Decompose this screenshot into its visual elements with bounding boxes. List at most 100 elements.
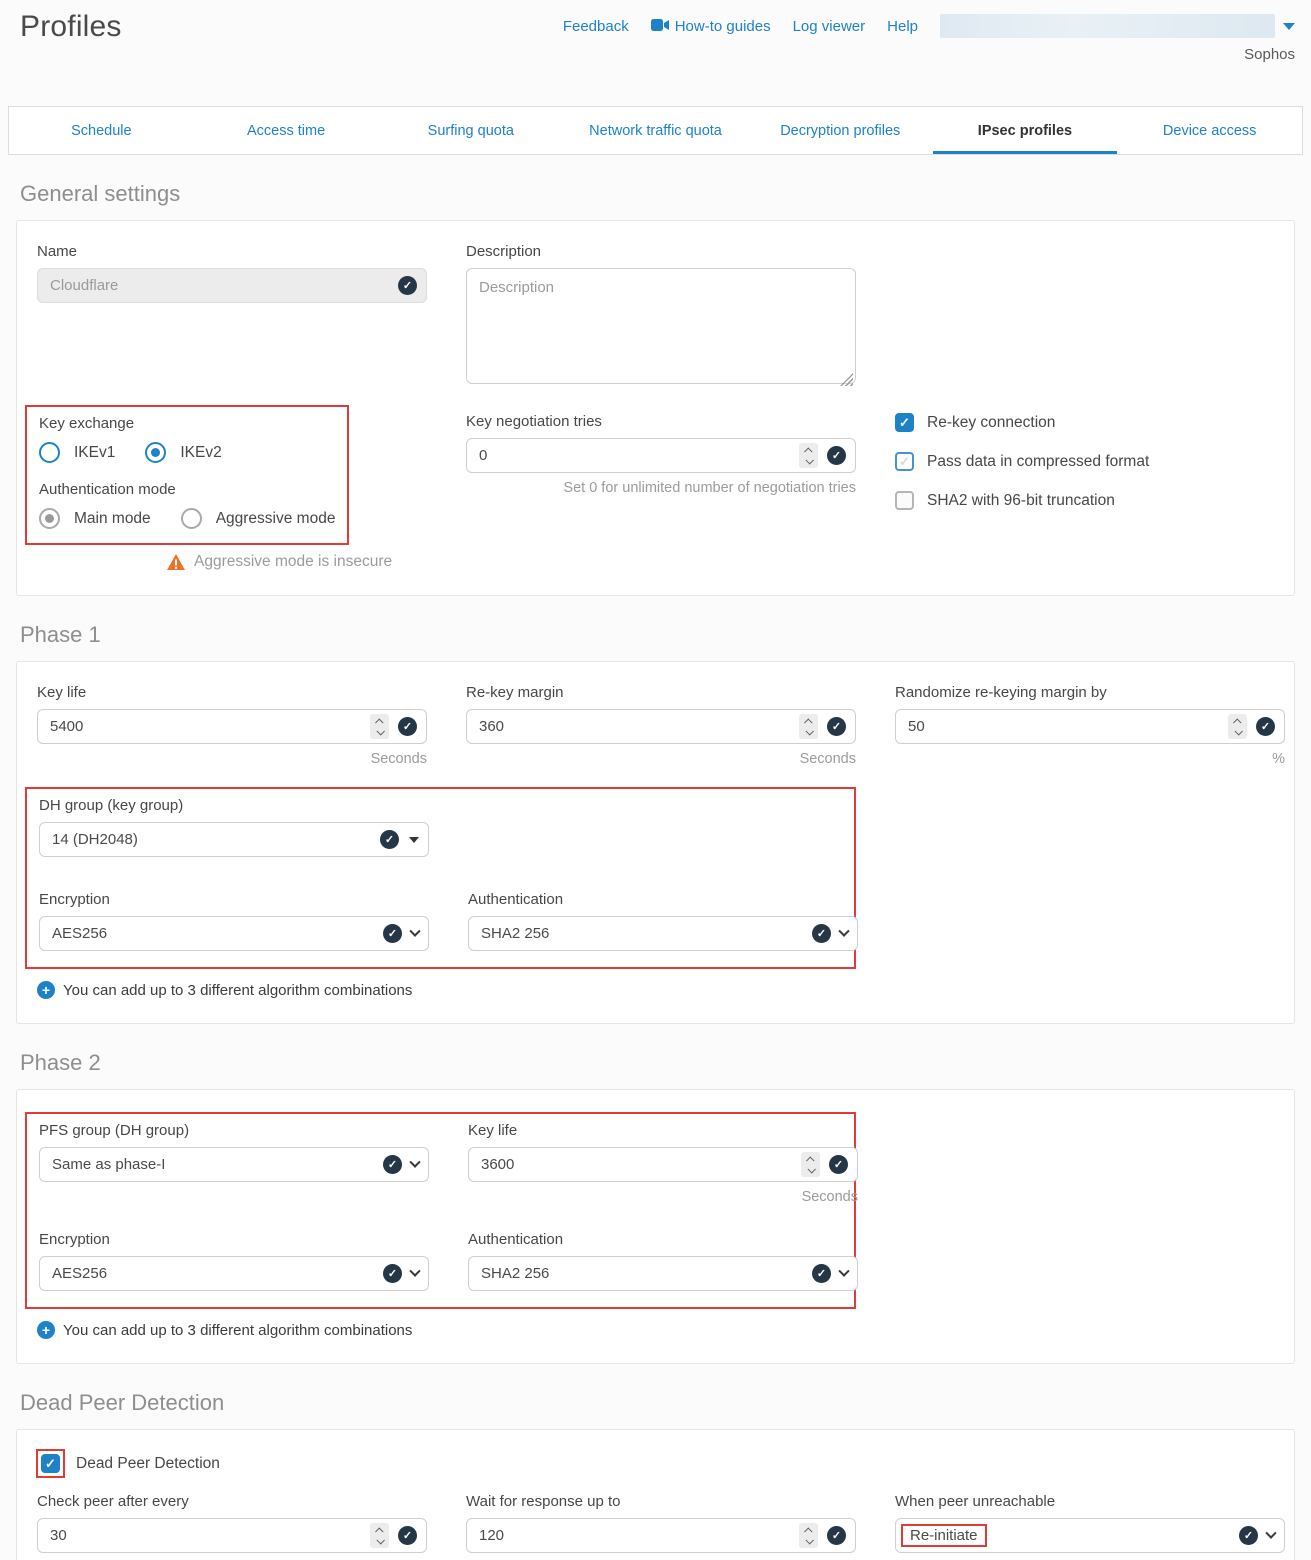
radio-ikev1[interactable] — [39, 442, 60, 463]
p1-key-life-field[interactable]: ✓ — [37, 709, 427, 744]
dpd-unreachable-select[interactable]: Re-initiate ✓ — [895, 1518, 1285, 1553]
check-circle-icon: ✓ — [383, 1155, 402, 1174]
check-circle-icon: ✓ — [829, 1155, 848, 1174]
log-viewer-link[interactable]: Log viewer — [793, 18, 866, 35]
howto-guides-link[interactable]: How-to guides — [651, 18, 771, 35]
p1-note-text: You can add up to 3 different algorithm … — [63, 982, 412, 999]
p2-add-combination-note[interactable]: + You can add up to 3 different algorith… — [37, 1321, 1274, 1339]
description-input[interactable] — [466, 268, 856, 384]
dpd-check-peer-field[interactable]: ✓ — [37, 1518, 427, 1553]
tab-ipsec-profiles[interactable]: IPsec profiles — [933, 107, 1118, 154]
p2-pfs-group-value: Same as phase-I — [52, 1156, 383, 1173]
check-circle-icon: ✓ — [827, 717, 846, 736]
dpd-enable-label: Dead Peer Detection — [76, 1455, 220, 1473]
p1-rekey-margin-unit: Seconds — [466, 751, 856, 767]
compressed-format-checkbox[interactable]: ✓ — [895, 452, 914, 471]
tab-device-access[interactable]: Device access — [1117, 107, 1302, 154]
dpd-checkbox-annotation-box: ✓ — [36, 1449, 65, 1478]
p2-authentication-label: Authentication — [468, 1231, 858, 1248]
p1-dh-group-select[interactable]: 14 (DH2048) ✓ — [39, 822, 429, 857]
name-field: ✓ — [37, 268, 427, 303]
p2-encryption-value: AES256 — [52, 1265, 383, 1282]
p1-dh-group-label: DH group (key group) — [39, 797, 429, 814]
p1-key-life-input[interactable] — [50, 718, 370, 735]
sha2-truncation-checkbox[interactable]: ✓ — [895, 491, 914, 510]
p1-rekey-margin-label: Re-key margin — [466, 684, 856, 701]
help-link[interactable]: Help — [887, 18, 918, 35]
p2-authentication-select[interactable]: SHA2 256 ✓ — [468, 1256, 858, 1291]
radio-ikev2-label: IKEv2 — [180, 444, 221, 462]
chevron-down-icon — [409, 925, 420, 936]
key-negotiation-label: Key negotiation tries — [466, 413, 856, 430]
dpd-enable-checkbox[interactable]: ✓ — [41, 1454, 60, 1473]
p1-randomize-label: Randomize re-keying margin by — [895, 684, 1285, 701]
tab-decryption-profiles[interactable]: Decryption profiles — [748, 107, 933, 154]
plus-icon[interactable]: + — [37, 981, 55, 999]
tab-access-time[interactable]: Access time — [194, 107, 379, 154]
tab-surfing-quota[interactable]: Surfing quota — [378, 107, 563, 154]
chevron-down-icon — [409, 1265, 420, 1276]
p1-key-life-label: Key life — [37, 684, 427, 701]
user-menu[interactable] — [940, 14, 1295, 38]
aggressive-mode-warning: Aggressive mode is insecure — [167, 553, 427, 571]
p1-dh-group-value: 14 (DH2048) — [52, 831, 380, 848]
number-stepper[interactable] — [799, 1523, 818, 1548]
tab-bar: Schedule Access time Surfing quota Netwo… — [8, 106, 1303, 155]
p2-pfs-group-select[interactable]: Same as phase-I ✓ — [39, 1147, 429, 1182]
feedback-label: Feedback — [563, 18, 629, 35]
tab-schedule[interactable]: Schedule — [9, 107, 194, 154]
page-header: Profiles Feedback How-to guides Log view… — [0, 0, 1311, 100]
rekey-connection-checkbox[interactable]: ✓ — [895, 413, 914, 432]
check-circle-icon: ✓ — [827, 1526, 846, 1545]
p1-randomize-unit: % — [895, 751, 1285, 767]
p2-key-life-field[interactable]: ✓ — [468, 1147, 858, 1182]
p2-encryption-select[interactable]: AES256 ✓ — [39, 1256, 429, 1291]
p1-rekey-margin-input[interactable] — [479, 718, 799, 735]
general-settings-heading: General settings — [20, 181, 1295, 207]
number-stepper[interactable] — [370, 1523, 389, 1548]
user-menu-pill — [940, 14, 1275, 38]
p1-add-combination-note[interactable]: + You can add up to 3 different algorith… — [37, 981, 1274, 999]
number-stepper[interactable] — [801, 1152, 820, 1177]
chevron-down-icon — [409, 1156, 420, 1167]
p1-randomize-input[interactable] — [908, 718, 1228, 735]
page-title: Profiles — [20, 10, 122, 44]
dpd-check-peer-input[interactable] — [50, 1527, 370, 1544]
dpd-wait-input[interactable] — [479, 1527, 799, 1544]
plus-icon[interactable]: + — [37, 1321, 55, 1339]
description-label: Description — [466, 243, 856, 260]
general-settings-card: Name ✓ Description Key exchange — [16, 220, 1295, 596]
radio-aggressive-mode-label: Aggressive mode — [216, 510, 336, 528]
key-negotiation-input[interactable] — [479, 447, 799, 464]
p2-key-life-unit: Seconds — [468, 1189, 858, 1205]
radio-main-mode[interactable] — [39, 508, 60, 529]
number-stepper[interactable] — [370, 714, 389, 739]
feedback-link[interactable]: Feedback — [563, 18, 629, 35]
number-stepper[interactable] — [1228, 714, 1247, 739]
p2-encryption-label: Encryption — [39, 1231, 429, 1248]
radio-aggressive-mode[interactable] — [181, 508, 202, 529]
p1-authentication-select[interactable]: SHA2 256 ✓ — [468, 916, 858, 951]
p2-authentication-value: SHA2 256 — [481, 1265, 812, 1282]
dpd-heading: Dead Peer Detection — [20, 1390, 1295, 1416]
rekey-connection-label: Re-key connection — [927, 414, 1055, 432]
tab-network-traffic-quota[interactable]: Network traffic quota — [563, 107, 748, 154]
phase1-card: Key life ✓ Seconds Re-key margin ✓ Secon… — [16, 661, 1295, 1024]
sha2-truncation-label: SHA2 with 96-bit truncation — [927, 492, 1115, 510]
p1-rekey-margin-field[interactable]: ✓ — [466, 709, 856, 744]
p2-key-life-input[interactable] — [481, 1156, 801, 1173]
key-negotiation-field[interactable]: ✓ — [466, 438, 856, 473]
p1-authentication-label: Authentication — [468, 891, 858, 908]
check-circle-icon: ✓ — [383, 1264, 402, 1283]
auth-mode-label: Authentication mode — [39, 481, 335, 498]
number-stepper[interactable] — [799, 714, 818, 739]
radio-ikev2[interactable] — [145, 442, 166, 463]
phase1-heading: Phase 1 — [20, 622, 1295, 648]
p1-encryption-select[interactable]: AES256 ✓ — [39, 916, 429, 951]
dpd-wait-field[interactable]: ✓ — [466, 1518, 856, 1553]
phase2-card: PFS group (DH group) Same as phase-I ✓ K… — [16, 1089, 1295, 1364]
number-stepper[interactable] — [799, 443, 818, 468]
howto-guides-label: How-to guides — [675, 18, 771, 35]
p1-randomize-field[interactable]: ✓ — [895, 709, 1285, 744]
check-circle-icon: ✓ — [812, 924, 831, 943]
